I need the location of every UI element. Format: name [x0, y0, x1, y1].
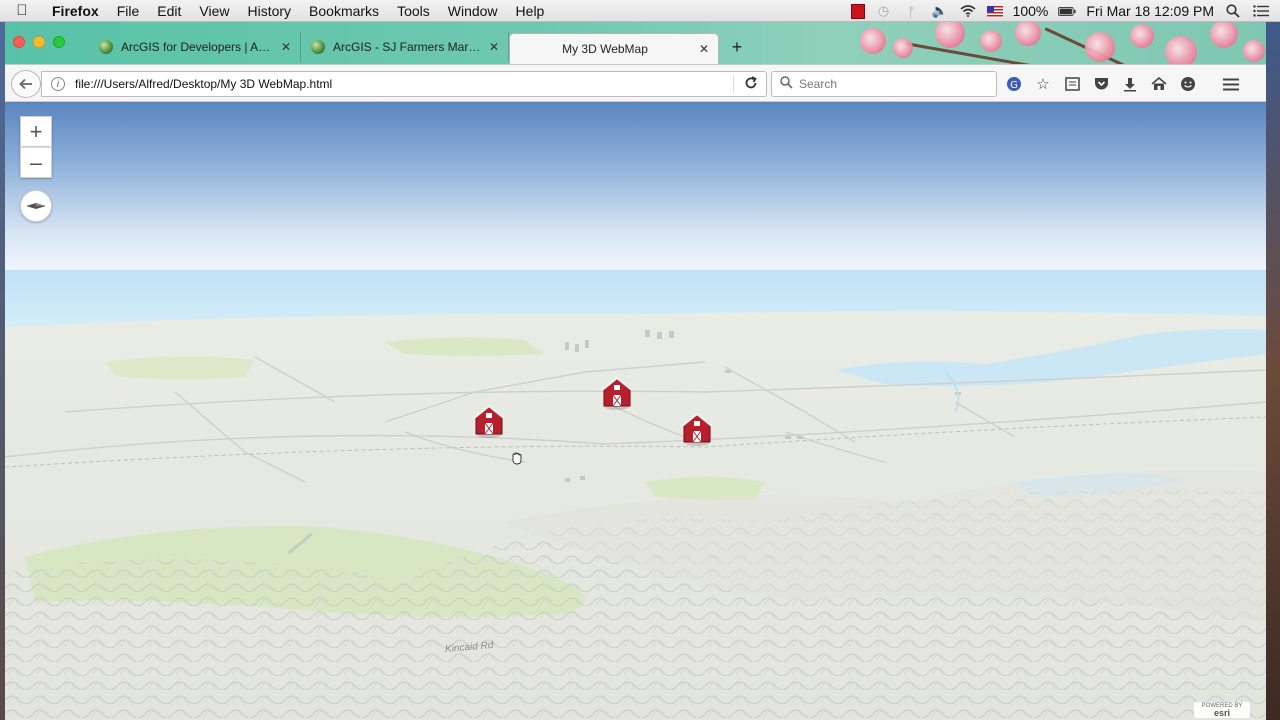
scene-canvas[interactable] [5, 102, 1266, 720]
theme-blossom [1210, 22, 1238, 48]
window-close-button[interactable] [13, 36, 25, 48]
hello-icon[interactable] [1179, 74, 1197, 94]
theme-blossom [1130, 24, 1154, 48]
esri-attribution-logo[interactable]: POWERED BY esri [1194, 702, 1250, 718]
search-icon [780, 76, 793, 92]
downloads-icon[interactable] [1121, 74, 1139, 94]
site-info-icon[interactable]: i [51, 77, 65, 91]
tab-close-icon[interactable]: ✕ [280, 40, 292, 54]
clock[interactable]: Fri Mar 18 12:09 PM [1086, 3, 1214, 19]
tab-label: My 3D WebMap [562, 42, 648, 56]
menu-history[interactable]: History [238, 3, 300, 19]
toolbar-icons: G ☆ [1005, 74, 1240, 94]
new-tab-button[interactable]: + [729, 37, 745, 58]
red-square-icon[interactable] [850, 3, 865, 19]
back-arrow-icon [19, 78, 32, 90]
apple-menu-icon[interactable]:  [0, 2, 44, 19]
farmers-market-pin-icon[interactable] [600, 375, 634, 411]
menu-help[interactable]: Help [507, 3, 554, 19]
us-flag-icon[interactable] [986, 5, 1003, 17]
menu-view[interactable]: View [190, 3, 238, 19]
pocket-icon[interactable] [1092, 74, 1110, 94]
home-icon[interactable] [1150, 74, 1168, 94]
reload-icon[interactable] [744, 76, 758, 93]
battery-icon[interactable] [1058, 3, 1076, 19]
back-button[interactable] [11, 70, 41, 98]
farmers-market-pin-icon[interactable] [680, 411, 714, 447]
theme-blossom [893, 38, 913, 58]
battery-percent: 100% [1012, 3, 1049, 19]
menu-tools[interactable]: Tools [388, 3, 439, 19]
tab-sj-farmers-market[interactable]: ArcGIS - SJ Farmers Marke... ✕ [303, 32, 509, 62]
window-maximize-button[interactable] [53, 36, 65, 48]
menu-bar-extras: ◷ ᚠ 🔈 100% Fri Mar 18 12:09 PM [850, 0, 1280, 22]
addon-icon[interactable]: G [1005, 74, 1023, 94]
desktop-background-right [1266, 22, 1280, 720]
url-bar[interactable]: i file:///Users/Alfred/Desktop/My 3D Web… [41, 71, 767, 97]
notification-center-icon[interactable] [1252, 3, 1270, 19]
menu-bookmarks[interactable]: Bookmarks [300, 3, 388, 19]
volume-icon[interactable]: 🔈 [931, 3, 949, 19]
screen:  Firefox File Edit View History Bookmar… [0, 0, 1280, 720]
search-placeholder: Search [799, 77, 838, 91]
search-bar[interactable]: Search [771, 71, 997, 97]
theme-blossom [1015, 22, 1041, 46]
zoom-in-button[interactable]: + [20, 116, 52, 147]
scene-view[interactable]: Kincaid Rd + – POWERED BY esri [5, 102, 1266, 720]
browser-window-chrome: ArcGIS for Developers | Arc... ✕ ArcGIS … [5, 22, 1266, 102]
wifi-icon[interactable] [959, 3, 977, 19]
green-park-area [105, 356, 255, 380]
macos-menu-bar:  Firefox File Edit View History Bookmar… [0, 0, 1280, 22]
compass-needle-icon [26, 203, 46, 209]
tab-label: ArcGIS for Developers | Arc... [121, 40, 274, 54]
theme-blossom [935, 22, 965, 48]
theme-blossom [1243, 40, 1265, 62]
menu-window[interactable]: Window [439, 3, 507, 19]
globe-favicon-icon [99, 40, 113, 54]
bookmark-star-icon[interactable]: ☆ [1034, 74, 1052, 94]
window-minimize-button[interactable] [33, 36, 45, 48]
menu-file[interactable]: File [108, 3, 149, 19]
bluetooth-icon[interactable]: ᚠ [903, 3, 921, 19]
tab-close-icon[interactable]: ✕ [698, 42, 710, 56]
svg-text:G: G [1010, 80, 1018, 91]
tab-close-icon[interactable]: ✕ [488, 40, 500, 54]
url-bar-divider [733, 75, 734, 93]
hamburger-menu-icon[interactable] [1222, 74, 1240, 94]
spotlight-icon[interactable] [1224, 3, 1242, 19]
navigation-toolbar: i file:///Users/Alfred/Desktop/My 3D Web… [5, 64, 1266, 102]
farmers-market-pin-icon[interactable] [472, 403, 506, 439]
theme-blossom [980, 30, 1002, 52]
reading-list-icon[interactable] [1063, 74, 1081, 94]
zoom-out-button[interactable]: – [20, 147, 52, 178]
menu-edit[interactable]: Edit [148, 3, 190, 19]
time-machine-icon[interactable]: ◷ [875, 3, 893, 19]
compass-button[interactable] [20, 190, 52, 222]
attribution-brand: esri [1213, 708, 1230, 718]
sky [5, 102, 1266, 277]
theme-blossom [1085, 32, 1115, 62]
tab-arcgis-developers[interactable]: ArcGIS for Developers | Arc... ✕ [91, 32, 301, 62]
theme-blossom [860, 28, 886, 54]
grab-hand-cursor-icon [512, 452, 522, 465]
tab-my-3d-webmap[interactable]: My 3D WebMap ✕ [509, 33, 719, 64]
menu-app-name[interactable]: Firefox [44, 3, 108, 19]
tab-label: ArcGIS - SJ Farmers Marke... [333, 40, 482, 54]
green-park-area [385, 337, 545, 356]
globe-favicon-icon [311, 40, 325, 54]
url-text[interactable]: file:///Users/Alfred/Desktop/My 3D WebMa… [75, 77, 332, 91]
